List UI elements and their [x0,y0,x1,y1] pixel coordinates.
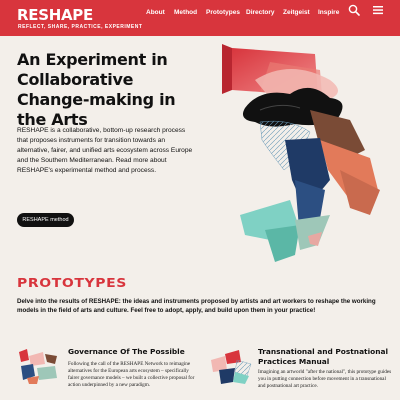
card-title-transnational[interactable]: Transnational and Postnational Practices… [258,347,398,367]
card-description-transnational: Imagining an artworld "after the nationa… [258,369,392,389]
card-description-governance: Following the call of the RESHAPE Networ… [68,361,195,388]
hero-illustration [222,44,380,262]
nav-item-method[interactable]: Method [174,9,197,16]
hero-description: RESHAPE is a collaborative, bottom-up re… [17,127,193,174]
hero-title: An Experiment in Collaborative Change-ma… [17,50,176,129]
nav-item-prototypes[interactable]: Prototypes [206,9,240,16]
site-logo[interactable]: RESHAPE [17,6,93,24]
prototypes-intro: Delve into the results of RESHAPE: the i… [17,298,376,314]
transnational-prototype-image[interactable] [209,346,253,386]
prototypes-section-title: PROTOTYPES [17,276,127,291]
reshape-method-button[interactable]: RESHAPE method [17,213,74,227]
card-title-governance[interactable]: Governance Of The Possible [68,347,218,357]
nav-item-directory[interactable]: Directory [246,9,275,16]
nav-item-zeitgeist[interactable]: Zeitgeist [283,9,310,16]
nav-item-inspire[interactable]: Inspire [318,9,339,16]
search-icon[interactable] [348,4,360,16]
hamburger-menu-icon[interactable] [373,5,383,15]
nav-item-about[interactable]: About [146,9,165,16]
governance-prototype-image[interactable] [15,346,61,386]
site-header: RESHAPE REFLECT, SHARE, PRACTICE, EXPERI… [0,0,400,36]
site-tagline: REFLECT, SHARE, PRACTICE, EXPERIMENT [18,24,143,30]
